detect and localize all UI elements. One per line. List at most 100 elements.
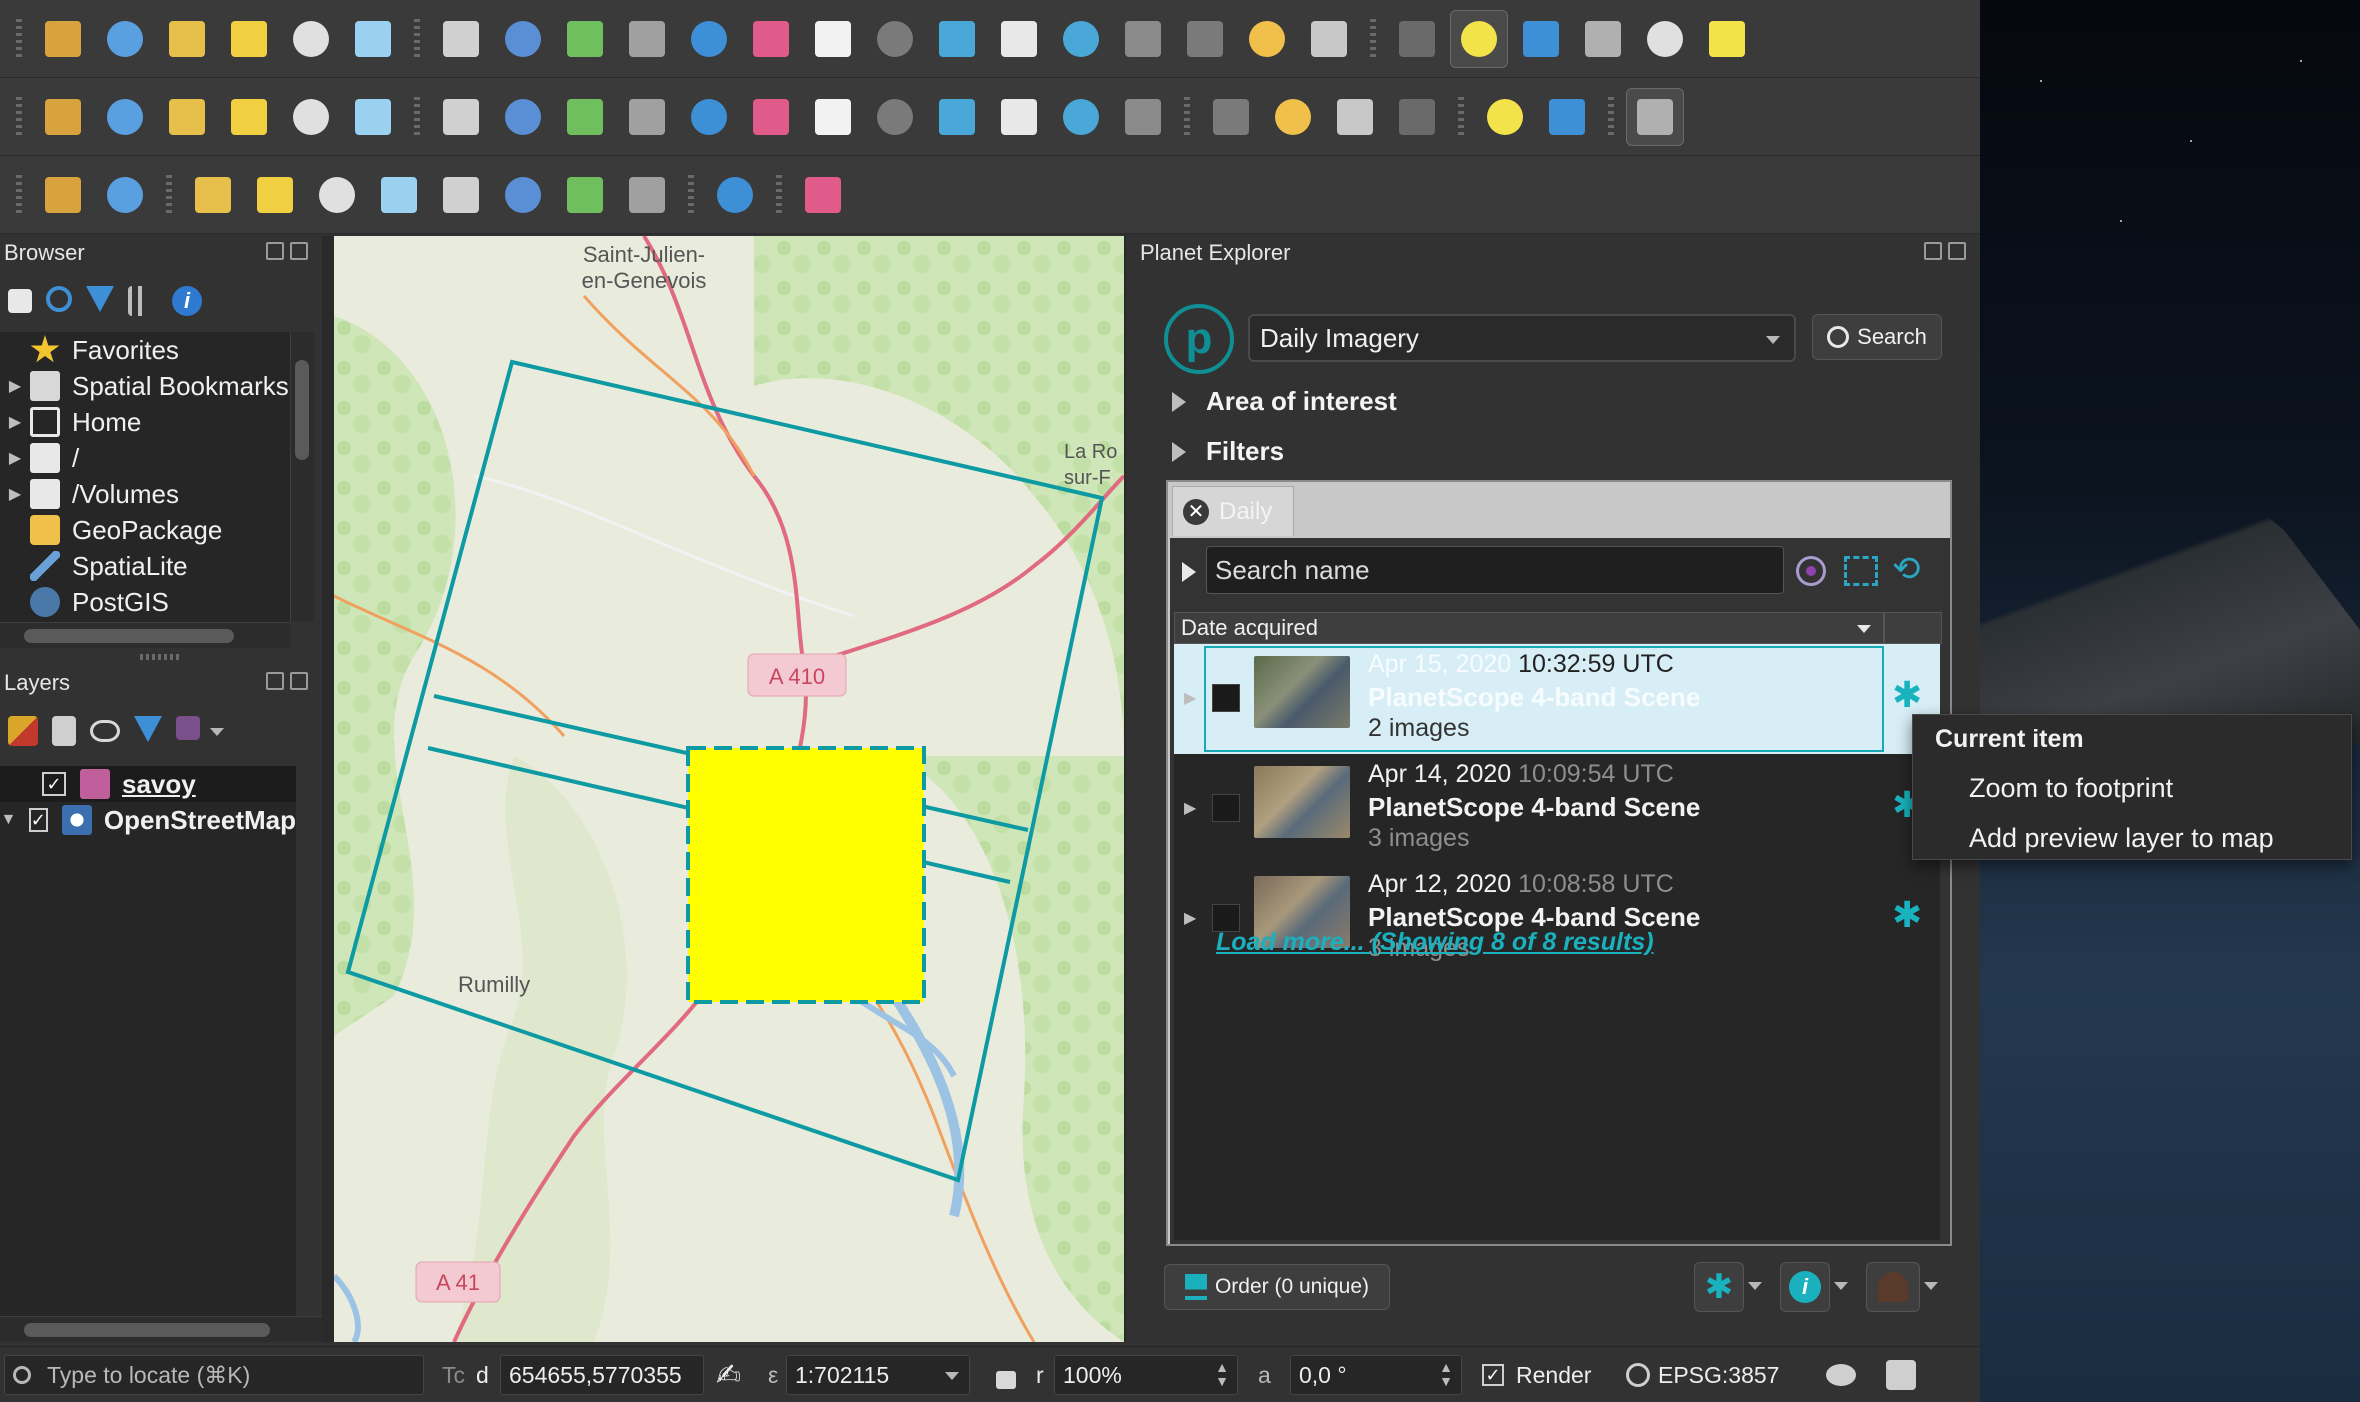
sync-icon[interactable]: ⟲ xyxy=(1892,552,1930,586)
select-extent-icon[interactable] xyxy=(1844,556,1878,586)
toolbar-grip[interactable] xyxy=(414,96,420,137)
georeference-button[interactable] xyxy=(1476,88,1534,146)
toolbar-grip[interactable] xyxy=(1370,18,1376,59)
locate-icon[interactable] xyxy=(1796,556,1826,586)
menu-item-add-preview-layer[interactable]: Add preview layer to map xyxy=(1969,823,2274,854)
diagram-button[interactable] xyxy=(1264,88,1322,146)
toolbar-grip[interactable] xyxy=(776,174,782,215)
show-bookmarks-button[interactable] xyxy=(1114,10,1172,68)
tab-daily[interactable]: ✕ Daily xyxy=(1172,486,1294,536)
run-action-button[interactable] xyxy=(1388,10,1446,68)
float-panel-icon[interactable] xyxy=(266,242,284,260)
deselect-button[interactable] xyxy=(1574,10,1632,68)
filters-section[interactable]: Filters xyxy=(1172,436,1284,467)
result-item[interactable]: ▶ Apr 15, 2020 10:32:59 UTC PlanetScope 4-… xyxy=(1174,644,1940,754)
new-bookmark-button[interactable] xyxy=(1052,10,1110,68)
toolbar-grip[interactable] xyxy=(688,174,694,215)
plugin-icon[interactable] xyxy=(1886,1355,1916,1395)
coordinate-field[interactable]: 654655,5770355 xyxy=(500,1355,704,1395)
user-button[interactable] xyxy=(1866,1262,1920,1312)
close-panel-icon[interactable] xyxy=(290,242,308,260)
open-project-button[interactable] xyxy=(96,10,154,68)
undo-button[interactable] xyxy=(1052,88,1110,146)
zoom-full-button[interactable] xyxy=(680,10,738,68)
zoom-next-button[interactable] xyxy=(990,10,1048,68)
new-project-button[interactable] xyxy=(34,10,92,68)
layer-row-openstreetmap[interactable]: ▼ ✓ OpenStreetMap xyxy=(0,802,296,838)
filter-legend-icon[interactable] xyxy=(134,716,162,742)
zoom-last-button[interactable] xyxy=(928,10,986,68)
layer-checkbox[interactable]: ✓ xyxy=(42,772,66,796)
gps-button[interactable] xyxy=(96,166,154,224)
rotation-field[interactable]: 0,0 ° ▲ ▼ xyxy=(1290,1355,1462,1395)
expand-arrow-icon[interactable]: ▶ xyxy=(0,376,30,396)
toolbar-grip[interactable] xyxy=(1608,96,1614,137)
layers-horizontal-scrollbar[interactable] xyxy=(0,1316,322,1342)
profile-tool-button[interactable] xyxy=(706,166,764,224)
pan-to-selection-button[interactable] xyxy=(494,10,552,68)
expand-arrow-icon[interactable]: ▶ xyxy=(0,484,30,504)
data-source-manager-button[interactable] xyxy=(34,88,92,146)
area-of-interest-polygon[interactable] xyxy=(686,746,926,1004)
measure-button[interactable] xyxy=(1512,10,1570,68)
digitize-button[interactable] xyxy=(220,88,278,146)
map-canvas[interactable]: Saint-Julien- en-Genevois La Ro sur-F A … xyxy=(334,236,1124,1342)
expression-filter-icon[interactable] xyxy=(176,716,200,740)
browser-item[interactable]: ▶ /Volumes xyxy=(0,476,296,512)
toolbar-grip[interactable] xyxy=(414,18,420,59)
expand-arrow-icon[interactable]: ▶ xyxy=(1184,688,1196,708)
statistics-button[interactable] xyxy=(1698,10,1756,68)
refresh-icon[interactable] xyxy=(46,286,72,312)
zoom-native-button[interactable] xyxy=(866,10,924,68)
messages-icon[interactable] xyxy=(1826,1355,1856,1395)
redo-button[interactable] xyxy=(1114,88,1172,146)
zoom-to-selection-button[interactable] xyxy=(742,10,800,68)
float-panel-icon[interactable] xyxy=(1924,242,1942,260)
browser-item[interactable]: ▶ / xyxy=(0,440,296,476)
style-manager-icon[interactable] xyxy=(8,716,38,746)
toolbar-grip[interactable] xyxy=(1458,96,1464,137)
toolbar-grip[interactable] xyxy=(16,18,22,59)
locator-button[interactable] xyxy=(34,166,92,224)
help-button[interactable] xyxy=(1626,87,1684,146)
delete-selected-button[interactable] xyxy=(804,88,862,146)
toolbar-grip[interactable] xyxy=(1184,96,1190,137)
expand-arrow-icon[interactable]: ▶ xyxy=(1184,798,1196,818)
node-tool-button[interactable] xyxy=(742,88,800,146)
save-layer-edits-button[interactable] xyxy=(556,88,614,146)
spinner-arrows-icon[interactable]: ▲ ▼ xyxy=(1439,1360,1453,1388)
area-of-interest-section[interactable]: Area of interest xyxy=(1172,386,1397,417)
result-checkbox[interactable] xyxy=(1212,684,1240,712)
order-button[interactable]: Order (0 unique) xyxy=(1164,1264,1390,1310)
visibility-icon[interactable] xyxy=(90,720,120,742)
browser-vertical-scrollbar[interactable] xyxy=(290,332,314,622)
spinner-arrows-icon[interactable]: ▲ ▼ xyxy=(1215,1360,1229,1388)
sort-header[interactable]: Date acquired xyxy=(1174,612,1884,644)
add-selected-icon[interactable] xyxy=(8,289,32,313)
expand-arrow-icon[interactable]: ▼ xyxy=(0,811,17,829)
terrain-3-button[interactable] xyxy=(308,166,366,224)
expand-search-icon[interactable] xyxy=(1182,562,1196,582)
result-item[interactable]: ▶ Apr 14, 2020 10:09:54 UTC PlanetScope 4-… xyxy=(1174,754,1940,864)
render-checkbox[interactable]: ✓ Render xyxy=(1482,1355,1591,1395)
terrain-1-button[interactable] xyxy=(184,166,242,224)
result-checkbox[interactable] xyxy=(1212,794,1240,822)
moon-2-button[interactable] xyxy=(618,166,676,224)
layout-manager-button[interactable] xyxy=(344,10,402,68)
chevron-down-icon[interactable] xyxy=(210,728,224,736)
expand-arrow-icon[interactable]: ▶ xyxy=(0,448,30,468)
new-map-view-button[interactable] xyxy=(1176,10,1234,68)
print-layout-button[interactable] xyxy=(282,10,340,68)
planet-button[interactable] xyxy=(794,166,852,224)
result-item[interactable]: ▶ Apr 12, 2020 10:08:58 UTC PlanetScope 4-… xyxy=(1174,864,1940,974)
zoom-out-button[interactable] xyxy=(618,10,676,68)
move-feature-button[interactable] xyxy=(680,88,738,146)
filter-icon[interactable] xyxy=(86,286,114,312)
chevron-down-icon[interactable] xyxy=(1748,1282,1762,1290)
add-polygon-button[interactable] xyxy=(618,88,676,146)
pin-label-button[interactable] xyxy=(1326,88,1384,146)
terrain-4-button[interactable] xyxy=(370,166,428,224)
collapse-all-icon[interactable] xyxy=(128,286,158,316)
save-as-button[interactable] xyxy=(220,10,278,68)
load-more-link[interactable]: Load more... (Showing 8 of 8 results) xyxy=(1216,928,1654,957)
